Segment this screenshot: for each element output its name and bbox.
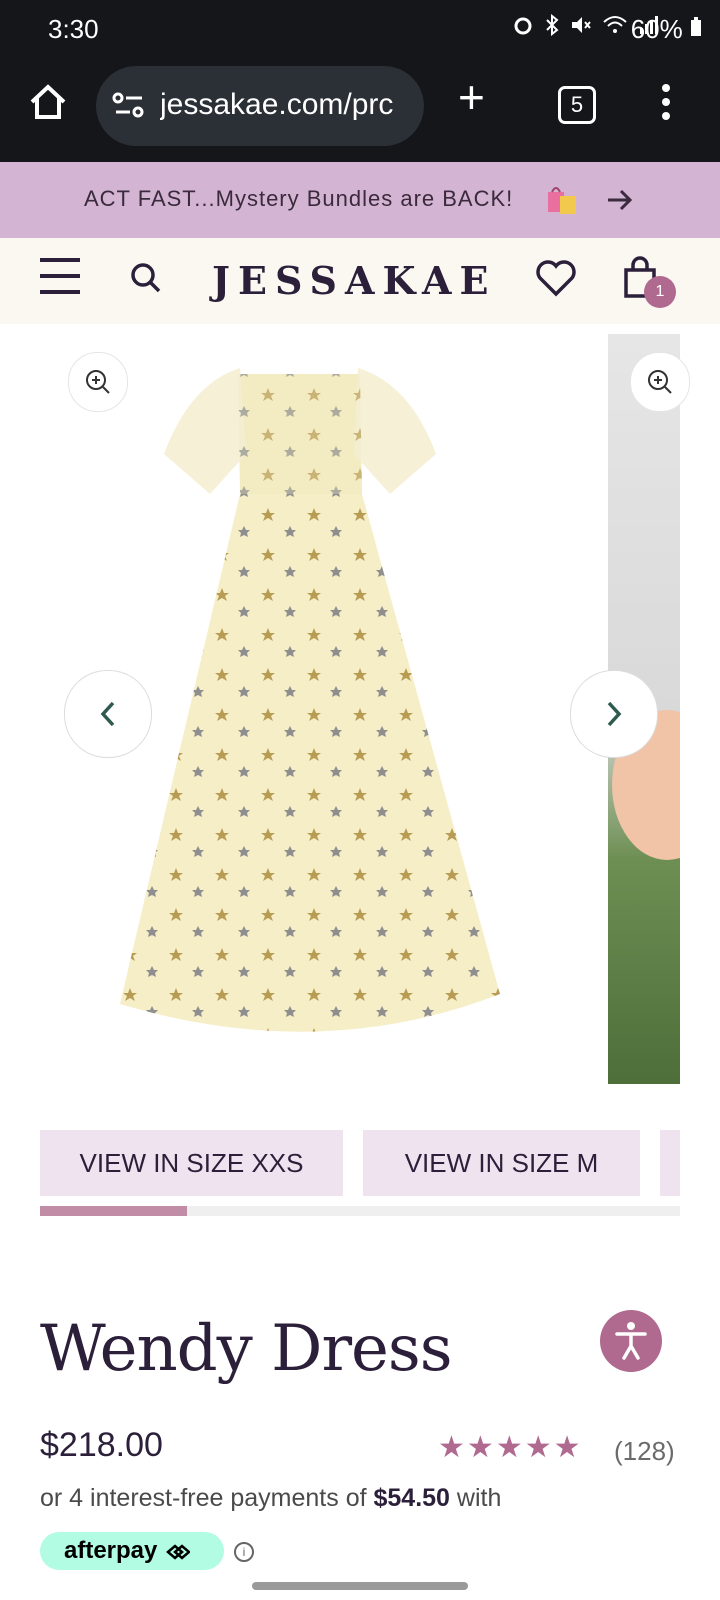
review-count[interactable]: (128)	[614, 1436, 675, 1467]
address-bar[interactable]: jessakae.com/prc	[96, 66, 424, 146]
status-time: 3:30	[48, 14, 99, 44]
view-size-xxs-button[interactable]: VIEW IN SIZE XXS	[40, 1130, 343, 1196]
chevron-right-icon	[607, 701, 622, 727]
bluetooth-icon	[545, 13, 559, 37]
installment-suffix: with	[456, 1484, 502, 1512]
afterpay-badge[interactable]: afterpay	[40, 1532, 224, 1570]
status-bar: 3:30 60%	[0, 0, 720, 60]
url-text: jessakae.com/prc	[160, 88, 394, 121]
site-header: JESSAKAE	[0, 238, 720, 324]
view-size-next-button[interactable]	[660, 1130, 680, 1196]
cart-count-badge: 1	[644, 276, 676, 308]
view-size-m-button[interactable]: VIEW IN SIZE M	[363, 1130, 640, 1196]
previous-image-button[interactable]	[64, 670, 152, 758]
star-icon: ★	[553, 1431, 583, 1464]
zoom-button[interactable]	[68, 352, 128, 412]
product-title: Wendy Dress	[40, 1312, 453, 1386]
chevron-left-icon	[100, 701, 115, 727]
star-icon: ★	[495, 1431, 525, 1464]
zoom-in-icon	[648, 370, 672, 394]
afterpay-logo-icon	[166, 1544, 191, 1560]
installment-text: or 4 interest-free payments of $54.50 wi…	[40, 1484, 501, 1513]
site-logo[interactable]: JESSAKAE	[212, 258, 496, 303]
promo-banner[interactable]: ACT FAST...Mystery Bundles are BACK!	[0, 162, 720, 238]
product-gallery	[0, 324, 720, 1094]
battery-level: 60%	[631, 14, 702, 45]
accessibility-icon	[615, 1322, 647, 1360]
afterpay-label: afterpay	[64, 1537, 158, 1564]
wishlist-heart-icon[interactable]	[534, 258, 578, 298]
mute-icon	[571, 17, 591, 33]
shopping-bags-icon	[548, 187, 576, 214]
wifi-icon	[603, 16, 627, 33]
site-settings-icon[interactable]	[112, 90, 146, 120]
arrow-right-icon[interactable]	[604, 184, 636, 216]
alarm-icon	[514, 17, 531, 35]
menu-icon[interactable]	[40, 258, 80, 306]
gallery-scroll-progress-fill	[40, 1206, 188, 1216]
gallery-scroll-progress	[40, 1206, 680, 1216]
battery-icon	[691, 17, 701, 36]
accessibility-button[interactable]	[600, 1310, 662, 1372]
zoom-button[interactable]	[630, 352, 690, 412]
search-icon[interactable]	[128, 260, 164, 296]
zoom-in-icon	[86, 370, 110, 394]
product-image[interactable]	[120, 344, 520, 1064]
new-tab-button[interactable]: +	[458, 74, 485, 120]
browser-toolbar: jessakae.com/prc + 5	[0, 60, 720, 162]
next-image-button[interactable]	[570, 670, 658, 758]
product-price: $218.00	[40, 1426, 163, 1464]
tab-switcher-button[interactable]: 5	[558, 86, 596, 124]
installment-amount: $54.50	[373, 1484, 450, 1512]
star-icon: ★	[438, 1431, 467, 1464]
star-icon: ★	[524, 1431, 554, 1464]
installment-prefix: or 4 interest-free payments of	[40, 1484, 367, 1512]
browser-menu-icon[interactable]	[662, 84, 670, 126]
promo-text: ACT FAST...Mystery Bundles are BACK!	[84, 186, 514, 211]
battery-text: 60%	[630, 14, 683, 44]
home-indicator[interactable]	[252, 1582, 468, 1590]
star-icon: ★	[466, 1431, 496, 1464]
home-icon[interactable]	[28, 82, 68, 122]
rating-stars[interactable]: ★★★★★	[438, 1430, 583, 1465]
info-icon[interactable]: i	[234, 1542, 254, 1562]
